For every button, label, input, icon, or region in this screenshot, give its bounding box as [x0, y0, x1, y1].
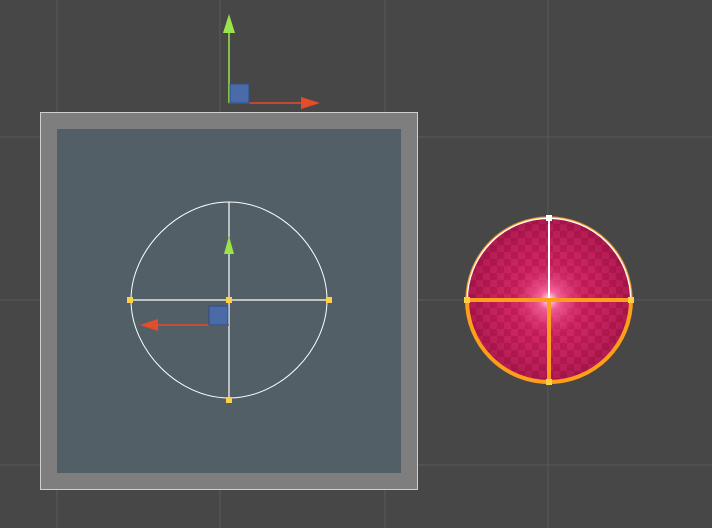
arrow-up-icon[interactable]: [223, 14, 235, 33]
control-point-right[interactable]: [326, 297, 332, 303]
plane-handle[interactable]: [229, 83, 250, 104]
sphere-handle-top[interactable]: [546, 215, 552, 221]
sphere-handle-bottom[interactable]: [546, 379, 552, 385]
control-point-center[interactable]: [226, 297, 232, 303]
arrow-right-icon[interactable]: [301, 97, 320, 109]
scene-viewport[interactable]: [0, 0, 712, 528]
move-gizmo-top[interactable]: [223, 14, 320, 109]
sphere-handle-left[interactable]: [464, 297, 470, 303]
sphere-handle-right[interactable]: [628, 297, 634, 303]
plane-handle[interactable]: [208, 305, 229, 326]
control-point-left[interactable]: [127, 297, 133, 303]
selected-sphere[interactable]: [464, 215, 634, 385]
control-point-bottom[interactable]: [226, 397, 232, 403]
